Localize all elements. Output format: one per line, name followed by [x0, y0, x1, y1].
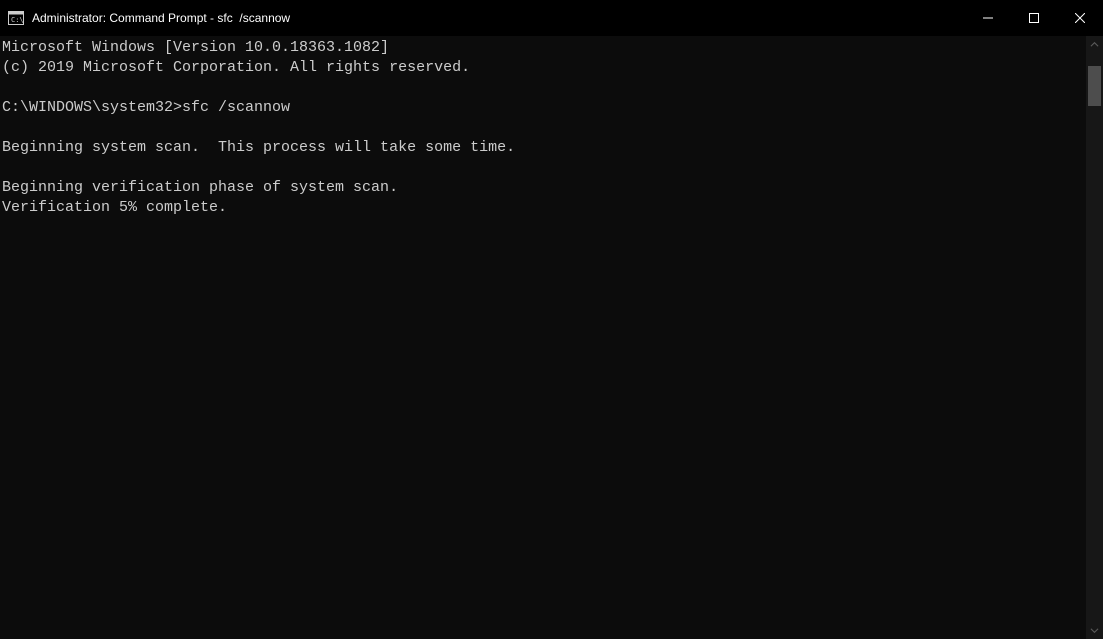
- title-left: C:\ Administrator: Command Prompt - sfc …: [8, 11, 290, 25]
- vertical-scrollbar[interactable]: [1086, 36, 1103, 639]
- output-line: Beginning verification phase of system s…: [2, 179, 398, 196]
- minimize-button[interactable]: [965, 0, 1011, 36]
- prompt: C:\WINDOWS\system32>: [2, 99, 182, 116]
- output-line: (c) 2019 Microsoft Corporation. All righ…: [2, 59, 470, 76]
- window-title: Administrator: Command Prompt - sfc /sca…: [32, 11, 290, 25]
- scroll-down-arrow-icon[interactable]: [1086, 622, 1103, 639]
- close-button[interactable]: [1057, 0, 1103, 36]
- output-line: Verification 5% complete.: [2, 199, 227, 216]
- scroll-up-arrow-icon[interactable]: [1086, 36, 1103, 53]
- cmd-icon: C:\: [8, 11, 24, 25]
- command-text: sfc /scannow: [182, 99, 290, 116]
- title-bar[interactable]: C:\ Administrator: Command Prompt - sfc …: [0, 0, 1103, 36]
- maximize-button[interactable]: [1011, 0, 1057, 36]
- svg-text:C:\: C:\: [11, 16, 24, 24]
- output-line: Beginning system scan. This process will…: [2, 139, 515, 156]
- window-controls: [965, 0, 1103, 36]
- terminal-area: Microsoft Windows [Version 10.0.18363.10…: [0, 36, 1103, 639]
- scroll-thumb[interactable]: [1088, 66, 1101, 106]
- terminal-content[interactable]: Microsoft Windows [Version 10.0.18363.10…: [0, 36, 1086, 639]
- output-line: Microsoft Windows [Version 10.0.18363.10…: [2, 39, 389, 56]
